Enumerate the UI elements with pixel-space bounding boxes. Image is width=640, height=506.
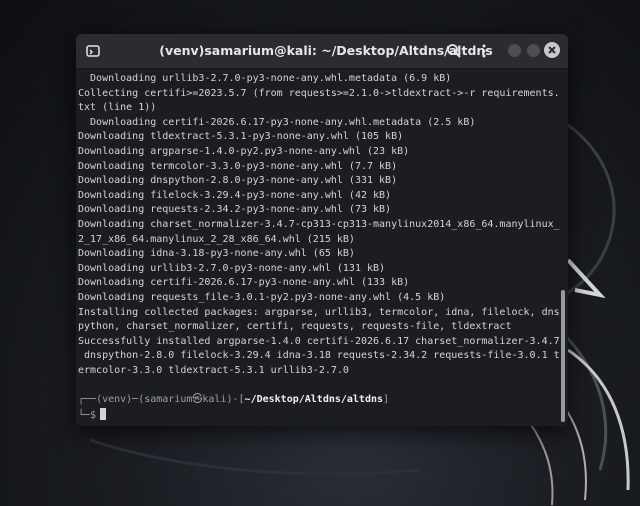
- output-line: 2_17_x86_64.manylinux_2_28_x86_64.whl (2…: [78, 233, 355, 245]
- window-title: (venv)samarium@kali: ~/Desktop/Altdns/al…: [159, 43, 493, 58]
- output-line: Downloading dnspython-2.8.0-py3-none-any…: [78, 175, 398, 187]
- shell-prompt-line: ┌──(venv)─(samarium㉿kali)-[~/Desktop/Alt…: [78, 393, 562, 408]
- output-line: Installing collected packages: argparse,…: [78, 306, 560, 318]
- terminal-window[interactable]: (venv)samarium@kali: ~/Desktop/Altdns/al…: [76, 34, 568, 426]
- output-line: ermcolor-3.3.0 tldextract-5.3.1 urllib3-…: [78, 364, 349, 376]
- output-line: Downloading tldextract-5.3.1-py3-none-an…: [78, 131, 404, 143]
- output-line: txt (line 1)): [78, 102, 157, 114]
- output-line: Downloading requests-2.34.2-py3-none-any…: [78, 204, 392, 216]
- output-line: Downloading charset_normalizer-3.4.7-cp3…: [78, 218, 560, 230]
- output-line: Downloading urllib3-2.7.0-py3-none-any.w…: [78, 73, 452, 84]
- text-cursor: [100, 407, 107, 420]
- prompt-user-host: (venv)─(samarium㉿kali)-[: [96, 394, 245, 406]
- output-line: Downloading certifi-2026.6.17-py3-none-a…: [78, 277, 410, 289]
- output-line: Downloading termcolor-3.3.0-py3-none-any…: [78, 160, 398, 172]
- output-line: python, charset_normalizer, certifi, req…: [78, 321, 512, 333]
- output-line: Downloading idna-3.18-py3-none-any.whl (…: [78, 248, 355, 260]
- output-line: Downloading urllib3-2.7.0-py3-none-any.w…: [78, 262, 386, 274]
- output-line: Downloading argparse-1.4.0-py2.py3-none-…: [78, 145, 410, 157]
- kebab-menu-icon[interactable]: [476, 43, 492, 59]
- scrollbar-thumb[interactable]: [561, 290, 565, 422]
- output-line: Successfully installed argparse-1.4.0 ce…: [78, 335, 560, 347]
- terminal-app-icon: [86, 45, 100, 57]
- minimize-icon[interactable]: [508, 44, 521, 57]
- output-line: Collecting certifi>=2023.5.7 (from reque…: [78, 87, 560, 99]
- title-bar[interactable]: (venv)samarium@kali: ~/Desktop/Altdns/al…: [76, 34, 568, 69]
- shell-input-line[interactable]: └─$: [78, 407, 562, 423]
- prompt-frame-start: ┌──: [78, 394, 97, 406]
- maximize-icon[interactable]: [527, 44, 540, 57]
- output-line: Downloading certifi-2026.6.17-py3-none-a…: [78, 116, 476, 128]
- prompt-frame-end: ]: [383, 394, 390, 406]
- desktop-background: (venv)samarium@kali: ~/Desktop/Altdns/al…: [0, 0, 640, 506]
- output-line: Downloading filelock-3.29.4-py3-none-any…: [78, 189, 392, 201]
- terminal-output[interactable]: Downloading urllib3-2.7.0-py3-none-any.w…: [76, 69, 562, 426]
- prompt-cwd: ~/Desktop/Altdns/altdns: [244, 394, 384, 406]
- output-line: dnspython-2.8.0 filelock-3.29.4 idna-3.1…: [78, 350, 560, 362]
- prompt-symbol: └─$: [78, 409, 97, 421]
- output-line: Downloading requests_file-3.0.1-py2.py3-…: [78, 291, 446, 303]
- close-icon[interactable]: [544, 42, 560, 58]
- search-icon[interactable]: [446, 43, 462, 59]
